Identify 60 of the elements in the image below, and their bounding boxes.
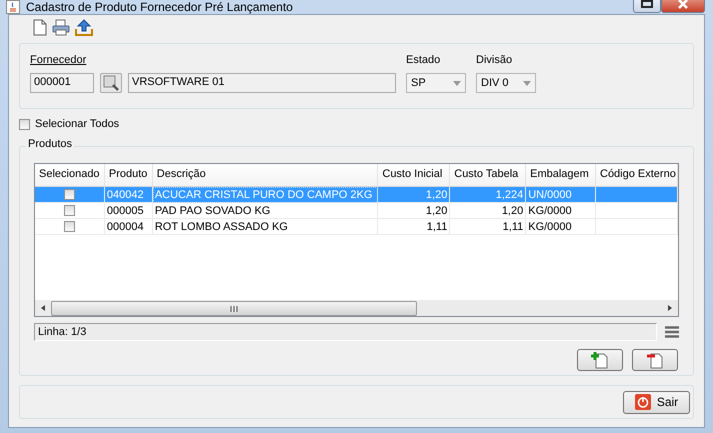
input-field[interactable]: VRSOFTWARE 01 <box>128 73 396 93</box>
table-cell: 1,20 <box>426 188 448 200</box>
section-title: Produtos <box>26 138 74 150</box>
checkbox[interactable] <box>64 189 75 200</box>
search-button[interactable] <box>100 73 122 93</box>
power-icon <box>634 394 651 410</box>
restore-button[interactable] <box>633 0 661 13</box>
column-header[interactable]: Código Externo <box>596 164 678 186</box>
status-field: Linha: 1/3 <box>34 323 657 341</box>
caret-icon <box>523 80 531 86</box>
menu-icon[interactable] <box>665 326 679 338</box>
add-document-icon <box>591 351 609 369</box>
add-button[interactable] <box>577 349 623 371</box>
table-cell: 000005 <box>106 204 144 216</box>
new-document-icon[interactable] <box>33 19 47 36</box>
table-cell: 1,11 <box>426 220 448 232</box>
table-cell: 040042 <box>106 188 144 200</box>
field-label: Fornecedor <box>30 54 88 68</box>
table-cell: UN/0000 <box>528 188 572 200</box>
table-cell: KG/0000 <box>528 204 572 216</box>
column-header[interactable]: Descrição <box>152 164 378 186</box>
restore-icon <box>641 0 653 8</box>
scroll-left-icon[interactable] <box>39 304 47 312</box>
window-title: Cadastro de Produto Fornecedor Pré Lançamento <box>26 0 293 14</box>
scroll-right-icon[interactable] <box>666 304 674 312</box>
column-header[interactable]: Produto <box>104 164 153 186</box>
horizontal-scrollbar[interactable] <box>35 300 678 316</box>
column-header[interactable]: Custo Inicial <box>378 164 450 186</box>
dropdown[interactable]: DIV 0 <box>476 73 536 93</box>
close-icon <box>677 0 689 9</box>
field-label: Estado <box>406 54 442 68</box>
checkbox-label: Selecionar Todos <box>35 118 120 130</box>
checkbox[interactable] <box>64 221 75 232</box>
checkbox[interactable] <box>64 205 75 216</box>
printer-icon[interactable] <box>52 19 70 36</box>
caret-icon <box>453 80 461 86</box>
field-label: Divisão <box>476 54 514 68</box>
java-icon <box>6 0 20 14</box>
remove-document-icon <box>646 351 664 369</box>
grip-icon <box>230 306 238 312</box>
table-cell: 1,20 <box>502 204 524 216</box>
table-cell: 1,20 <box>426 204 448 216</box>
column-header[interactable]: Embalagem <box>526 164 596 186</box>
input-field[interactable]: 000001 <box>30 73 94 93</box>
dropdown[interactable]: SP <box>406 73 466 93</box>
table-cell: 1,224 <box>496 188 524 200</box>
column-header[interactable]: Custo Tabela <box>450 164 526 186</box>
exit-button[interactable]: Sair <box>623 390 690 414</box>
table-cell: ACUCAR CRISTAL PURO DO CAMPO 2KG <box>154 188 372 200</box>
remove-button[interactable] <box>632 349 678 371</box>
table-cell: 000004 <box>106 220 144 232</box>
table-row[interactable]: 000005 PAD PAO SOVADO KG 1,20 1,20 KG/0000 <box>35 203 678 219</box>
checkbox[interactable] <box>19 118 30 130</box>
table-cell: PAD PAO SOVADO KG <box>154 204 270 216</box>
table-cell: KG/0000 <box>528 220 572 232</box>
upload-icon[interactable] <box>75 19 93 36</box>
table-cell: ROT LOMBO ASSADO KG <box>154 220 288 232</box>
column-header[interactable]: Selecionado <box>35 164 105 186</box>
close-button[interactable] <box>661 0 705 13</box>
table-cell: 1,11 <box>502 220 524 232</box>
